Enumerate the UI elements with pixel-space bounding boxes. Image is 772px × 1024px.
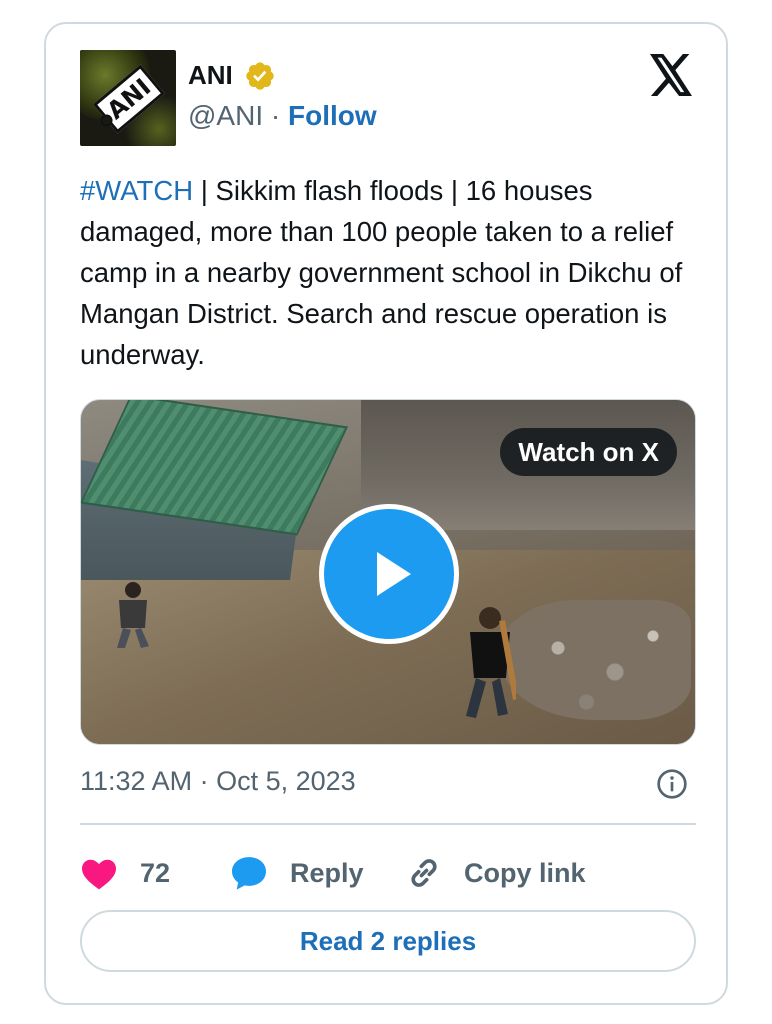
read-replies-button[interactable]: Read 2 replies — [80, 910, 696, 972]
x-logo-icon[interactable] — [648, 54, 694, 96]
reply-label: Reply — [290, 857, 364, 888]
author-handle[interactable]: @ANI — [188, 100, 263, 131]
info-icon[interactable] — [656, 768, 688, 800]
action-bar: 72 Reply Copy link — [80, 848, 696, 898]
author-handle-row: @ANI · Follow — [188, 100, 377, 132]
reply-bubble-icon — [232, 857, 266, 890]
like-button[interactable]: 72 — [80, 848, 170, 898]
copy-link-label: Copy link — [464, 857, 586, 888]
heart-icon — [82, 859, 116, 890]
debris-pile — [501, 600, 691, 720]
tweet-timestamp[interactable]: 11:32 AM · Oct 5, 2023 — [80, 766, 356, 797]
play-button[interactable] — [319, 504, 459, 644]
hashtag-link[interactable]: #WATCH — [80, 175, 193, 206]
link-icon — [411, 859, 437, 887]
bystander-figure — [117, 582, 149, 648]
tweet-card[interactable]: ANI ANI @ANI · Follow #WATCH | Sikkim fl… — [44, 22, 728, 1005]
follow-button[interactable]: Follow — [288, 100, 377, 131]
worker-figure — [466, 607, 516, 718]
video-thumbnail[interactable]: Watch on X — [80, 399, 696, 745]
verified-badge-icon — [246, 62, 274, 90]
like-count: 72 — [140, 857, 171, 888]
tweet-text: #WATCH | Sikkim flash floods | 16 houses… — [80, 170, 700, 375]
copy-link-button[interactable]: Copy link — [404, 848, 586, 898]
author-name[interactable]: ANI — [188, 60, 233, 91]
reply-button[interactable]: Reply — [228, 848, 364, 898]
play-icon — [377, 552, 411, 596]
watch-on-x-button[interactable]: Watch on X — [500, 428, 677, 476]
author-avatar[interactable]: ANI — [80, 50, 176, 146]
handle-separator: · — [270, 100, 281, 131]
divider — [80, 823, 696, 825]
